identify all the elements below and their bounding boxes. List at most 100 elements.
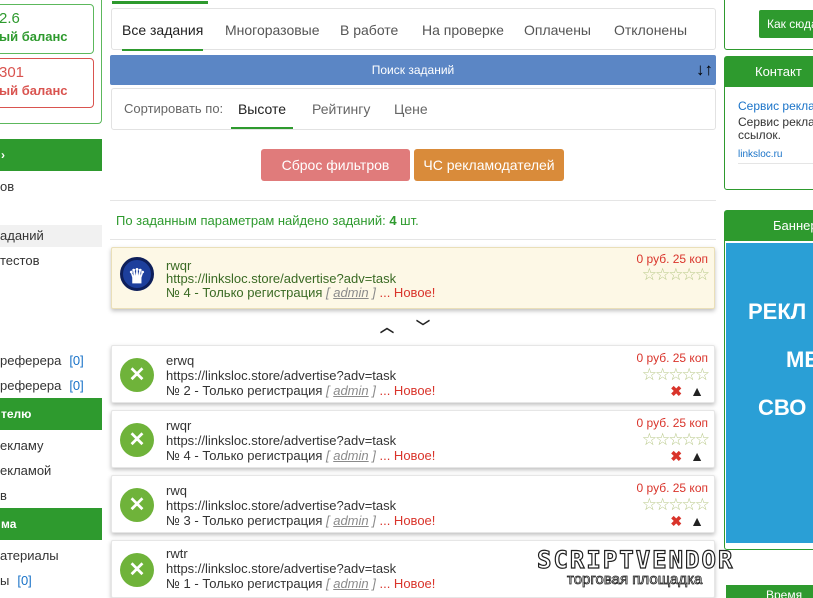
sidebar-item-tests[interactable]: тестов	[0, 253, 39, 268]
task-status: ... Новое!	[375, 448, 436, 463]
report-warning-icon[interactable]: ▲	[690, 448, 704, 464]
task-tabs: Все задания Многоразовые В работе На про…	[111, 1, 716, 51]
rating-stars-icon: ☆☆☆☆☆	[641, 430, 710, 449]
sort-panel: Сортировать по: Высоте Рейтингу Цене	[111, 88, 716, 130]
banner-image[interactable]: РЕКЛ МЕ СВО	[726, 243, 813, 543]
sort-icon[interactable]: ↓↑	[696, 55, 713, 85]
task-url[interactable]: https://linksloc.store/advertise?adv=tas…	[166, 433, 396, 448]
task-meta: № 1 - Только регистрация [ admin ] ... Н…	[166, 576, 436, 591]
task-title[interactable]: rwq	[166, 483, 187, 498]
sidebar-item[interactable]: ы [0]	[0, 573, 32, 588]
task-url[interactable]: https://linksloc.store/advertise?adv=tas…	[166, 368, 396, 383]
sort-by-height[interactable]: Высоте	[231, 89, 293, 129]
report-warning-icon[interactable]: ▲	[690, 513, 704, 529]
task-meta: № 2 - Только регистрация [ admin ] ... Н…	[166, 383, 436, 398]
main-balance: 2.6 ый баланс	[0, 4, 94, 54]
search-tasks-bar[interactable]: Поиск заданий ↓↑	[110, 55, 716, 85]
main-balance-label: ый баланс	[0, 29, 68, 44]
sidebar-item-ad-manage[interactable]: екламой	[0, 463, 51, 478]
task-author[interactable]: [ admin ]	[326, 448, 376, 463]
left-sidebar: 2.6 ый баланс 301 ый баланс › ов аданий …	[0, 0, 104, 598]
watermark-tagline: торговая площадка	[567, 571, 703, 589]
found-count: 4	[389, 213, 397, 228]
chevron-down-icon[interactable]: ﹀	[416, 317, 430, 337]
banner-word: РЕКЛ	[748, 299, 807, 324]
tab-rejected[interactable]: Отклонены	[614, 9, 687, 51]
rating-stars-icon: ☆☆☆☆☆	[641, 495, 710, 514]
task-title[interactable]: rwtr	[166, 546, 188, 561]
task-status: ... Новое!	[375, 513, 436, 528]
task-url[interactable]: https://linksloc.store/advertise?adv=tas…	[166, 498, 396, 513]
sidebar-item-ad[interactable]: екламу	[0, 438, 43, 453]
sidebar-section-advertiser: телю	[0, 398, 102, 430]
task-author[interactable]: [ admin ]	[326, 576, 376, 591]
banner-title: Баннер	[725, 211, 813, 241]
task-author[interactable]: [ admin ]	[326, 513, 376, 528]
sidebar-section-program: ма	[0, 508, 102, 540]
rating-stars-icon: ☆☆☆☆☆	[641, 365, 710, 384]
ad-balance: 301 ый баланс	[0, 58, 94, 108]
tab-on-review[interactable]: На проверке	[422, 9, 504, 51]
task-status: ... Новое!	[375, 285, 436, 300]
arrow-icon: ›	[1, 148, 5, 162]
divider	[738, 163, 813, 164]
task-card[interactable]: ✕ erwq https://linksloc.store/advertise?…	[111, 345, 715, 403]
sort-by-price[interactable]: Цене	[394, 89, 428, 129]
sidebar-item-materials[interactable]: атериалы	[0, 548, 59, 563]
ad-balance-amount: 301	[0, 64, 25, 81]
rating-stars-icon: ☆☆☆☆☆	[641, 265, 710, 284]
task-author[interactable]: [ admin ]	[326, 383, 376, 398]
advertise-here-button[interactable]: Как сюда	[759, 10, 813, 38]
task-title[interactable]: erwq	[166, 353, 194, 368]
tab-all-tasks[interactable]: Все задания	[122, 9, 204, 51]
report-warning-icon[interactable]: ▲	[690, 383, 704, 399]
tab-top-indicator	[112, 1, 208, 4]
main-balance-amount: 2.6	[0, 10, 20, 27]
sort-label: Сортировать по:	[124, 101, 224, 116]
hide-task-icon[interactable]: ✖	[670, 513, 682, 529]
crown-icon: ♛	[120, 257, 154, 291]
hide-task-icon[interactable]: ✖	[670, 383, 682, 399]
hide-task-icon[interactable]: ✖	[670, 448, 682, 464]
found-prefix: По заданным параметрам найдено заданий:	[116, 213, 390, 228]
task-price: 0 руб. 25 коп	[636, 481, 708, 495]
ad-balance-label: ый баланс	[0, 83, 68, 98]
sidebar-item-tasks[interactable]: аданий	[0, 225, 102, 247]
sidebar-item-referrer[interactable]: реферера [0]	[0, 353, 84, 368]
reset-filters-button[interactable]: Сброс фильтров	[261, 149, 410, 181]
sidebar-item-label: реферера	[0, 353, 62, 368]
banner-word: СВО	[758, 395, 807, 420]
tools-icon: ✕	[120, 423, 154, 457]
sidebar-item[interactable]: в	[0, 488, 7, 503]
chevron-up-icon[interactable]: ︿	[380, 317, 394, 337]
sidebar-item-referrer[interactable]: реферера [0]	[0, 378, 84, 393]
task-url[interactable]: https://linksloc.store/advertise?adv=tas…	[166, 561, 396, 576]
advertiser-blacklist-button[interactable]: ЧС рекламодателей	[414, 149, 564, 181]
task-title[interactable]: rwqr	[166, 418, 191, 433]
task-url[interactable]: https://linksloc.store/advertise?adv=tas…	[166, 271, 396, 286]
sidebar-item-count: [0]	[17, 573, 32, 588]
tools-icon: ✕	[120, 488, 154, 522]
contacts-link[interactable]: Сервис рекла	[738, 100, 813, 113]
tools-icon: ✕	[120, 553, 154, 587]
search-tasks-label: Поиск заданий	[371, 63, 455, 77]
task-card-featured[interactable]: ♛ rwqr https://linksloc.store/advertise?…	[111, 247, 715, 309]
tab-in-progress[interactable]: В работе	[340, 9, 398, 51]
found-suffix: шт.	[396, 213, 419, 228]
tab-reusable[interactable]: Многоразовые	[225, 9, 320, 51]
found-count-text: По заданным параметрам найдено заданий: …	[116, 213, 419, 228]
tab-paid[interactable]: Оплачены	[524, 9, 591, 51]
task-status: ... Новое!	[375, 383, 436, 398]
time-box-title: Время	[726, 585, 813, 598]
sort-by-rating[interactable]: Рейтингу	[312, 89, 370, 129]
tools-icon: ✕	[120, 358, 154, 392]
task-meta: № 4 - Только регистрация [ admin ] ... Н…	[166, 285, 436, 300]
contacts-site-link[interactable]: linksloc.ru	[738, 148, 782, 161]
sidebar-item-count: [0]	[69, 353, 84, 368]
watermark-logo: SCRIPTVENDOR	[536, 545, 735, 574]
task-card[interactable]: ✕ rwq https://linksloc.store/advertise?a…	[111, 475, 715, 533]
sidebar-item-label: ы	[0, 573, 10, 588]
sidebar-item[interactable]: ов	[0, 179, 14, 194]
task-author[interactable]: [ admin ]	[326, 285, 376, 300]
task-card[interactable]: ✕ rwqr https://linksloc.store/advertise?…	[111, 410, 715, 468]
